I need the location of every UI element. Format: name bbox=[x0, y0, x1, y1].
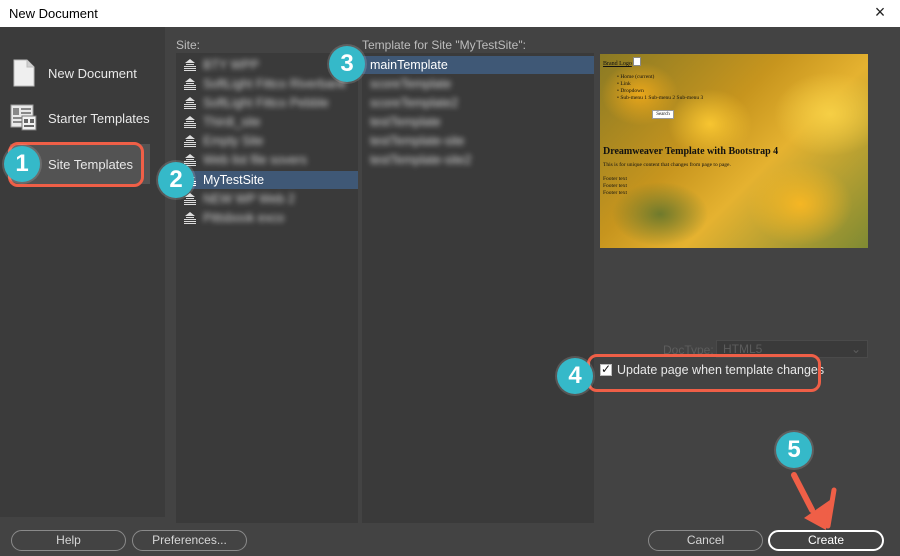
site-item-label: SoftLight Fittco Pebble bbox=[203, 96, 329, 110]
help-button[interactable]: Help bbox=[11, 530, 126, 551]
site-item-label: SoftLight Fittco Riverbank bbox=[203, 77, 347, 91]
site-item-label: NEW WP Web 2 bbox=[203, 192, 295, 206]
site-icon bbox=[184, 97, 196, 109]
site-icon bbox=[184, 59, 196, 71]
preferences-button[interactable]: Preferences... bbox=[132, 530, 247, 551]
window-title: New Document bbox=[9, 6, 98, 21]
site-item[interactable]: Web list file sovers bbox=[176, 151, 358, 169]
template-item-label: mainTemplate bbox=[370, 58, 448, 72]
document-icon bbox=[10, 58, 38, 88]
site-item[interactable]: Thirdi_site bbox=[176, 113, 358, 131]
preview-nav-item: Sub-menu 1 Sub-menu 2 Sub-menu 3 bbox=[617, 95, 703, 102]
step-badge-3: 3 bbox=[329, 46, 365, 82]
site-item-mytestsite[interactable]: MyTestSite bbox=[176, 171, 358, 189]
site-item-label: Pittsbook exco bbox=[203, 211, 285, 225]
site-item[interactable]: NEW WP Web 2 bbox=[176, 190, 358, 208]
template-list-label: Template for Site "MyTestSite": bbox=[362, 38, 526, 52]
site-item[interactable]: Pittsbook exco bbox=[176, 209, 358, 227]
template-item-label: scoreTemplate2 bbox=[370, 96, 459, 110]
site-item-label: Empty Site bbox=[203, 134, 264, 148]
arrow-icon bbox=[791, 472, 837, 530]
category-label: New Document bbox=[48, 65, 137, 81]
category-starter-templates[interactable]: Starter Templates bbox=[10, 98, 150, 138]
site-item[interactable]: Empty Site bbox=[176, 132, 358, 150]
preview-nav-item: Home (current) bbox=[617, 74, 703, 81]
template-item-label: testTemplate bbox=[370, 115, 441, 129]
site-icon bbox=[184, 135, 196, 147]
site-icon bbox=[184, 212, 196, 224]
site-icon bbox=[184, 116, 196, 128]
category-column: New Document Starter Templates Site Temp… bbox=[0, 27, 165, 517]
step-badge-5: 5 bbox=[776, 432, 812, 468]
template-item-label: testTemplate-site bbox=[370, 134, 465, 148]
template-list[interactable]: mainTemplate scoreTemplate scoreTemplate… bbox=[362, 53, 594, 523]
preview-search-button: Search bbox=[652, 110, 674, 119]
site-item[interactable]: SoftLight Fittco Pebble bbox=[176, 94, 358, 112]
cancel-button[interactable]: Cancel bbox=[648, 530, 763, 551]
template-item[interactable]: scoreTemplate bbox=[362, 75, 594, 93]
category-label: Starter Templates bbox=[48, 110, 150, 126]
site-list-label: Site: bbox=[176, 38, 201, 52]
preview-footer-text: Footer text bbox=[603, 190, 627, 196]
step-badge-2: 2 bbox=[158, 162, 194, 198]
site-icon bbox=[184, 78, 196, 90]
step-badge-4: 4 bbox=[557, 358, 593, 394]
template-item[interactable]: testTemplate-site2 bbox=[362, 151, 594, 169]
preview-footer-text: Footer text bbox=[603, 176, 627, 182]
chevron-down-icon: ⌄ bbox=[850, 342, 861, 356]
preview-nav: Home (current) Link Dropdown Sub-menu 1 … bbox=[617, 74, 703, 102]
preview-nav-item: Dropdown bbox=[617, 88, 703, 95]
template-item-maintemplate[interactable]: mainTemplate bbox=[362, 56, 594, 74]
template-item[interactable]: testTemplate-site bbox=[362, 132, 594, 150]
preview-footer-text: Footer text bbox=[603, 183, 627, 189]
site-list[interactable]: BTY WPP SoftLight Fittco Riverbank SoftL… bbox=[176, 53, 358, 523]
site-item-label: BTY WPP bbox=[203, 58, 260, 72]
site-item-label: MyTestSite bbox=[203, 173, 265, 187]
site-item-label: Web list file sovers bbox=[203, 153, 307, 167]
site-item-label: Thirdi_site bbox=[203, 115, 261, 129]
preview-paragraph: This is for unique content that changes … bbox=[603, 162, 731, 168]
close-icon[interactable]: × bbox=[870, 2, 890, 23]
preview-brand: Brand Logo bbox=[603, 61, 632, 67]
preview-heading: Dreamweaver Template with Bootstrap 4 bbox=[603, 146, 779, 157]
preview-image-placeholder bbox=[633, 57, 641, 66]
starter-templates-icon bbox=[10, 103, 38, 133]
template-item[interactable]: scoreTemplate2 bbox=[362, 94, 594, 112]
template-item[interactable]: testTemplate bbox=[362, 113, 594, 131]
category-new-document[interactable]: New Document bbox=[10, 53, 150, 93]
title-bar: New Document × bbox=[0, 0, 900, 27]
template-item-label: scoreTemplate bbox=[370, 77, 452, 91]
template-preview: Brand Logo Home (current) Link Dropdown … bbox=[600, 54, 868, 248]
preview-nav-item: Link bbox=[617, 81, 703, 88]
template-item-label: testTemplate-site2 bbox=[370, 153, 472, 167]
highlight-update-checkbox bbox=[587, 354, 821, 392]
site-item[interactable]: SoftLight Fittco Riverbank bbox=[176, 75, 358, 93]
preview-footer: Footer text Footer text Footer text bbox=[603, 176, 627, 197]
step-badge-1: 1 bbox=[4, 146, 40, 182]
